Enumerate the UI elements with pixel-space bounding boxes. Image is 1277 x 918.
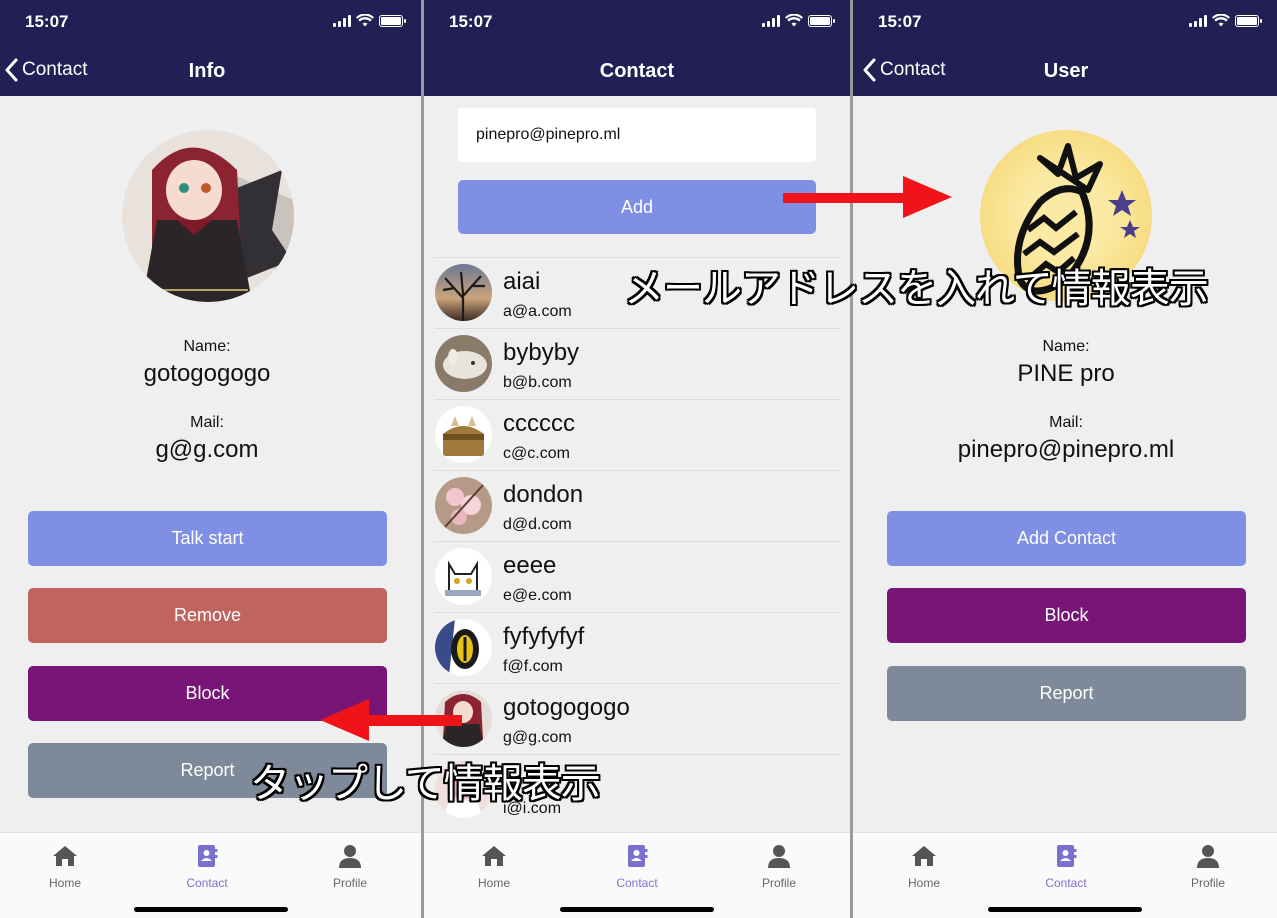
email-caption: メールアドレスを入れて情報表示: [624, 266, 1209, 312]
tap-caption: タップして情報表示: [250, 761, 601, 807]
arrow-right-icon: [783, 176, 952, 218]
annotation-arrows: [320, 176, 952, 741]
arrow-left-icon: [320, 699, 462, 741]
